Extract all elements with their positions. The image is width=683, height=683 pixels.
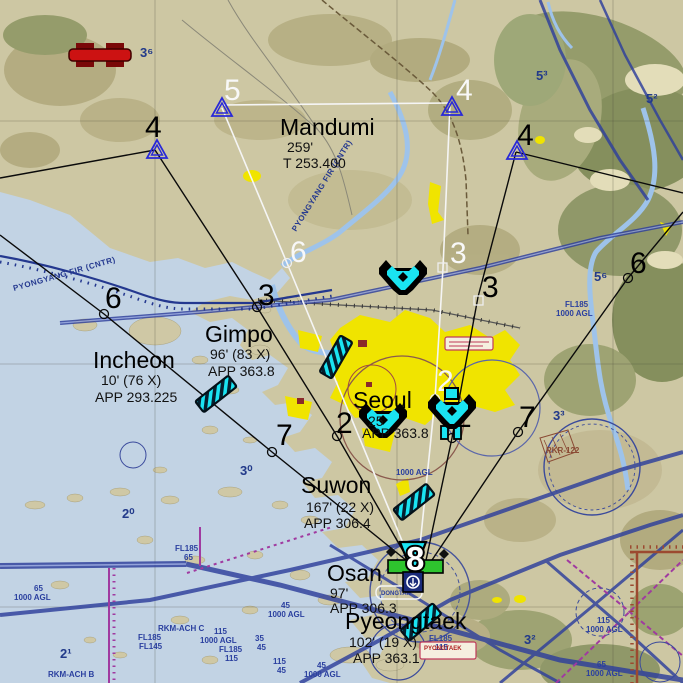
airspace-alt-label: 115 xyxy=(225,654,238,663)
airspace-alt-label: 1000 AGL xyxy=(586,625,623,634)
airspace-alt-label: FL185 xyxy=(175,544,199,553)
airport-elevation: 96' (83 X) xyxy=(210,346,270,362)
airport-frequency: APP 363.8 xyxy=(362,425,429,441)
airport-label-suwon: Suwon 167' (22 X) APP 306.4 xyxy=(301,472,374,531)
waypoint-number[interactable]: 5 xyxy=(224,74,241,107)
airport-name: Incheon xyxy=(93,347,175,373)
airport-name: Suwon xyxy=(301,472,371,498)
waypoint-number[interactable]: 3 xyxy=(482,271,499,304)
airspace-alt-label: FL185 xyxy=(219,645,243,654)
airspace-alt-label: FL185 xyxy=(565,300,589,309)
airspace-alt-label: 1000 AGL xyxy=(200,636,237,645)
airport-name: Gimpo xyxy=(205,321,273,347)
airport-name: Seoul xyxy=(353,387,412,413)
airport-frequency: APP 306.4 xyxy=(304,515,371,531)
waypoint-number[interactable]: 4 xyxy=(456,74,473,107)
chart-box-label: PYONGTAEK xyxy=(424,646,462,652)
elevation-figure: 3⁶ xyxy=(140,45,153,60)
airspace-alt-label: 1000 AGL xyxy=(304,670,341,679)
elevation-figure: 3³ xyxy=(553,408,565,423)
waypoint-number[interactable]: 6 xyxy=(630,247,647,280)
airport-frequency: APP 363.8 xyxy=(208,363,275,379)
airport-elevation: 10' (76 X) xyxy=(101,372,161,388)
airspace-alt-label: 115 xyxy=(597,616,610,625)
airspace-alt-label: 35 xyxy=(255,634,264,643)
airport-elevation: 97' xyxy=(330,585,348,601)
elevation-figure: 5⁶ xyxy=(594,269,607,284)
airspace-alt-label: FL185 xyxy=(138,633,162,642)
airport-elevation: 167' (22 X) xyxy=(306,499,374,515)
elevation-figure: 3² xyxy=(524,632,536,647)
airspace-alt-label: 45 xyxy=(317,661,326,670)
waypoint-number[interactable]: 3 xyxy=(450,237,467,270)
airspace-alt-label: 65 xyxy=(34,584,43,593)
airspace-alt-label: 45 xyxy=(277,666,286,675)
airspace-alt-label: 65 xyxy=(184,553,193,562)
airspace-alt-label: FL185 xyxy=(429,634,453,643)
waypoint-number[interactable]: 3 xyxy=(258,279,275,312)
waypoint-number[interactable]: 2 xyxy=(336,407,353,440)
elevation-figure: 3⁰ xyxy=(240,463,253,478)
elevation-figure: 2¹ xyxy=(60,646,72,661)
mission-map-stage: 4 5 4 4 6 6 3 3 3 6 2 2 2 7 7 3⁶ 5³ 5² 5… xyxy=(0,0,683,683)
airport-frequency: T 253.400 xyxy=(283,155,346,171)
airport-elevation: 259' xyxy=(287,139,313,155)
waypoint-number[interactable]: 4 xyxy=(517,119,534,152)
airspace-alt-label: FL145 xyxy=(139,642,163,651)
airspace-alt-label: 45 xyxy=(281,601,290,610)
elevation-figure: 5² xyxy=(646,91,658,106)
waypoint-number[interactable]: 7 xyxy=(519,401,536,434)
airspace-alt-label: 45 xyxy=(257,643,266,652)
airspace-alt-label: 1000 AGL xyxy=(396,468,433,477)
elevation-figure: 5³ xyxy=(536,68,548,83)
waypoint-number[interactable]: 6 xyxy=(105,282,122,315)
waypoint-number[interactable]: 4 xyxy=(145,111,162,144)
airport-label-gimpo: Gimpo 96' (83 X) APP 363.8 xyxy=(205,321,275,379)
airspace-alt-label: 1000 AGL xyxy=(14,593,51,602)
restricted-area-label: RKR-122 xyxy=(546,446,580,455)
waypoint-number[interactable]: 7 xyxy=(276,419,293,452)
waypoint-number[interactable]: 6 xyxy=(290,236,307,269)
airspace-alt-label: 1000 AGL xyxy=(586,669,623,678)
airspace-alt-label: 1000 AGL xyxy=(556,309,593,318)
mission-map[interactable]: 4 5 4 4 6 6 3 3 3 6 2 2 2 7 7 3⁶ 5³ 5² 5… xyxy=(0,0,683,683)
airspace-area-label: RKM-ACH C xyxy=(158,624,204,633)
airport-name: Osan xyxy=(327,560,382,586)
airport-name: Mandumi xyxy=(280,114,375,140)
waypoint-number-home[interactable]: 8 xyxy=(404,538,426,579)
airport-elevation: 102' (19 X) xyxy=(349,634,417,650)
airport-name: Pyeongtaek xyxy=(345,608,467,634)
airspace-alt-label: 115 xyxy=(273,657,286,666)
airport-frequency: APP 363.1 xyxy=(353,650,420,666)
airspace-alt-label: 1000 AGL xyxy=(268,610,305,619)
airport-frequency: APP 293.225 xyxy=(95,389,177,405)
elevation-figure: 2⁰ xyxy=(122,506,135,521)
airspace-area-label: RKM-ACH B xyxy=(48,670,94,679)
airspace-alt-label: 115 xyxy=(214,627,227,636)
airspace-alt-label: 65 xyxy=(597,660,606,669)
